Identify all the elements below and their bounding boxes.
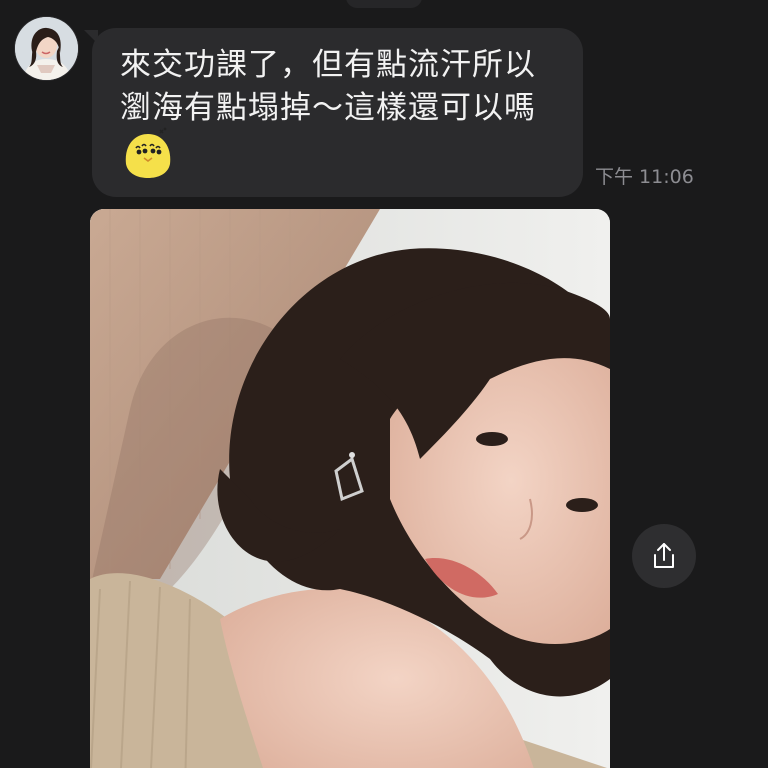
chat-screen: 來交功課了，但有點流汗所以 瀏海有點塌掉～這樣還可以嗎 下午 11:06 xyxy=(0,0,768,768)
selfie-photo xyxy=(90,209,610,768)
contact-avatar[interactable] xyxy=(15,17,78,80)
chick-emoji-icon xyxy=(125,127,171,178)
message-bubble[interactable]: 來交功課了，但有點流汗所以 瀏海有點塌掉～這樣還可以嗎 xyxy=(92,28,583,197)
avatar-portrait-icon xyxy=(15,17,78,80)
message-text: 來交功課了，但有點流汗所以 瀏海有點塌掉～這樣還可以嗎 xyxy=(120,47,536,126)
share-button[interactable] xyxy=(632,524,696,588)
share-icon xyxy=(654,543,674,568)
photo-message[interactable] xyxy=(90,209,610,768)
yellow-chick-sticker xyxy=(120,124,176,180)
top-scroll-indicator xyxy=(346,0,422,8)
message-timestamp: 下午 11:06 xyxy=(595,166,694,188)
